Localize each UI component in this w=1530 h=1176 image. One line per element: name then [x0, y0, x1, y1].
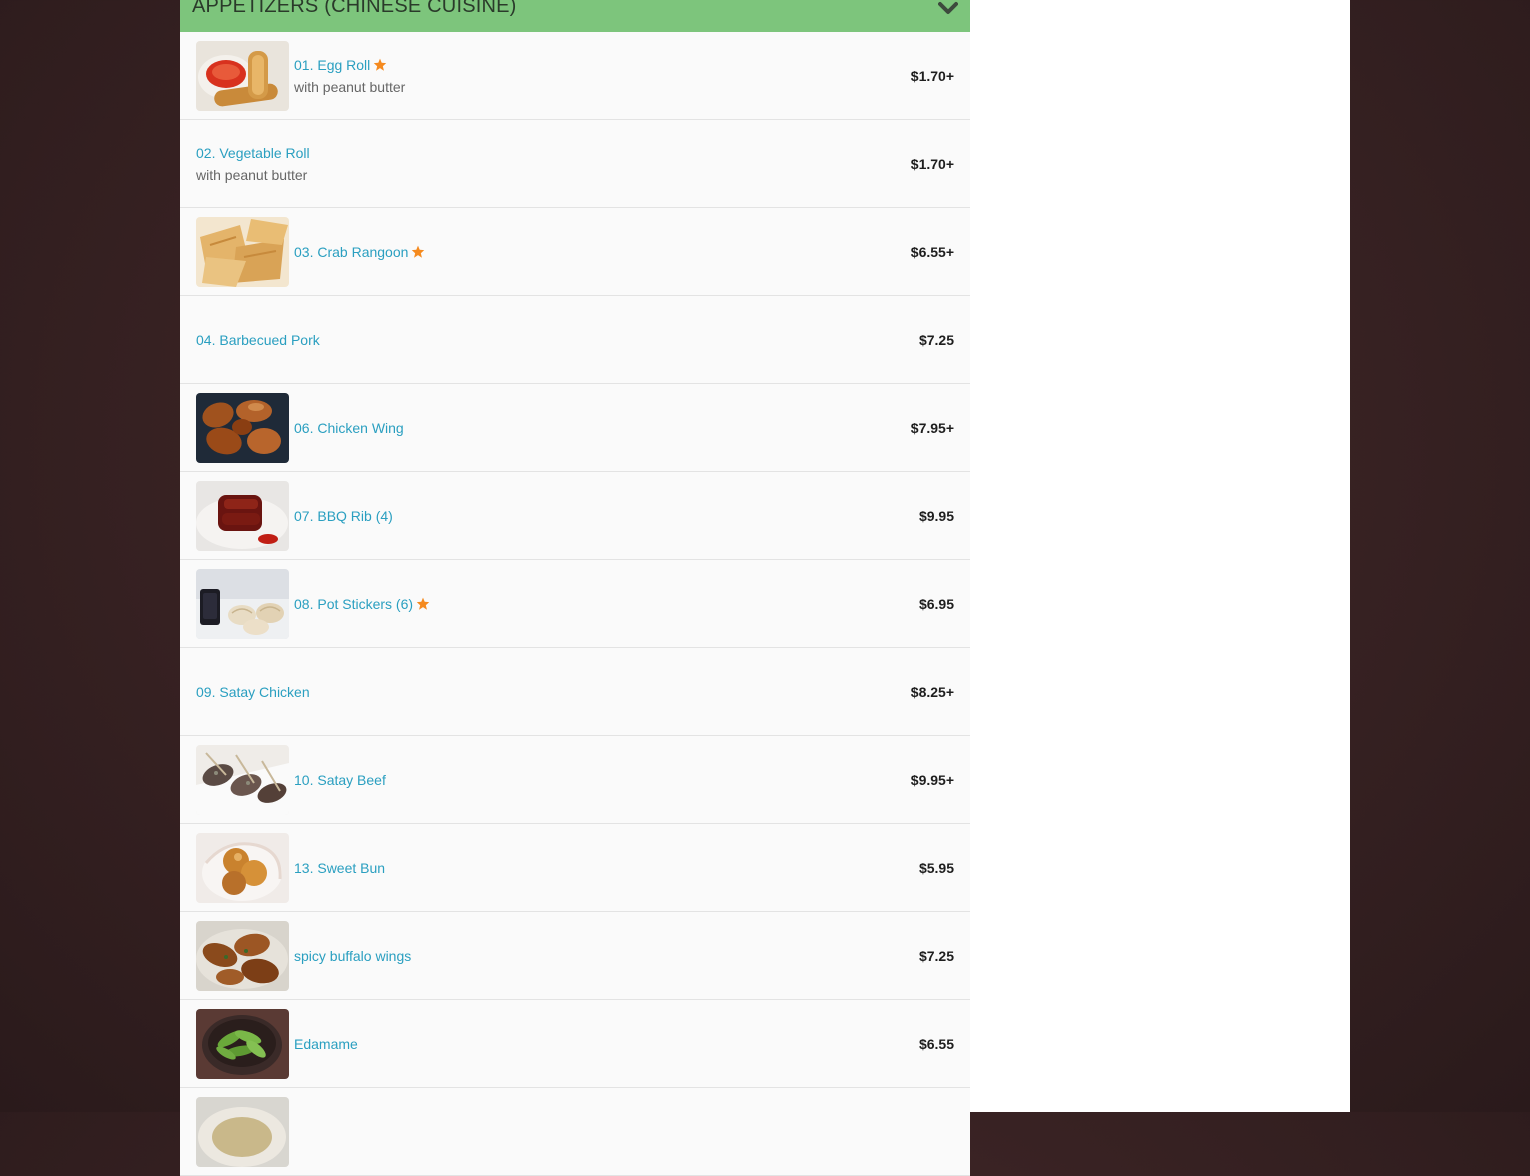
menu-page: APPETIZERS (CHINESE CUISINE) 01. Egg Rol…	[180, 0, 1350, 1176]
menu-item-name-text[interactable]: 08. Pot Stickers (6)	[294, 596, 413, 612]
crab-rangoon-photo[interactable]	[196, 217, 289, 287]
menu-item-row[interactable]: 13. Sweet Bun $5.95	[180, 824, 970, 912]
menu-item-row[interactable]	[180, 1088, 970, 1176]
menu-item-price: $1.70+	[910, 67, 954, 84]
menu-item-text: 10. Satay Beef	[294, 769, 386, 791]
menu-item-text: 04. Barbecued Pork	[196, 329, 320, 351]
menu-item-price: $9.95	[918, 507, 954, 524]
bbq-rib-photo[interactable]	[196, 481, 289, 551]
menu-item-price: $6.55	[918, 1035, 954, 1052]
menu-item-name[interactable]: 03. Crab Rangoon	[294, 241, 425, 263]
star-icon	[374, 58, 387, 71]
menu-item-name-text[interactable]: 03. Crab Rangoon	[294, 244, 408, 260]
satay-beef-photo[interactable]	[196, 745, 289, 815]
chevron-down-icon[interactable]	[938, 1, 958, 15]
category-header[interactable]: APPETIZERS (CHINESE CUISINE)	[180, 0, 970, 32]
next-item-photo[interactable]	[196, 1097, 289, 1167]
menu-item-text: spicy buffalo wings	[294, 945, 411, 967]
menu-category-appetizers: APPETIZERS (CHINESE CUISINE) 01. Egg Rol…	[180, 0, 970, 1176]
menu-item-row[interactable]: 02. Vegetable Roll with peanut butter $1…	[180, 120, 970, 208]
menu-item-name-text[interactable]: 01. Egg Roll	[294, 57, 370, 73]
menu-item-price: $5.95	[918, 859, 954, 876]
menu-item-name[interactable]: 09. Satay Chicken	[196, 681, 310, 703]
egg-roll-photo[interactable]	[196, 41, 289, 111]
menu-item-name[interactable]: 07. BBQ Rib (4)	[294, 505, 393, 527]
menu-item-row[interactable]: 10. Satay Beef $9.95+	[180, 736, 970, 824]
menu-item-row[interactable]: Edamame $6.55	[180, 1000, 970, 1088]
menu-item-description: with peanut butter	[196, 166, 308, 183]
menu-item-name[interactable]: spicy buffalo wings	[294, 945, 411, 967]
sweet-bun-photo[interactable]	[196, 833, 289, 903]
buffalo-wings-photo[interactable]	[196, 921, 289, 991]
menu-item-name[interactable]: 08. Pot Stickers (6)	[294, 593, 430, 615]
menu-item-price: $7.25	[918, 947, 954, 964]
menu-item-text: 07. BBQ Rib (4)	[294, 505, 393, 527]
menu-item-row[interactable]: 07. BBQ Rib (4) $9.95	[180, 472, 970, 560]
menu-item-name[interactable]: 01. Egg Roll	[294, 54, 405, 76]
menu-item-text: 02. Vegetable Roll with peanut butter	[196, 142, 310, 186]
star-icon	[416, 597, 430, 610]
menu-item-name[interactable]: 04. Barbecued Pork	[196, 329, 320, 351]
menu-item-row[interactable]: 08. Pot Stickers (6) $6.95	[180, 560, 970, 648]
pot-stickers-photo[interactable]	[196, 569, 289, 639]
menu-item-row[interactable]: spicy buffalo wings $7.25	[180, 912, 970, 1000]
menu-item-name[interactable]: 10. Satay Beef	[294, 769, 386, 791]
menu-item-text: 01. Egg Roll with peanut butter	[294, 54, 405, 98]
menu-item-name[interactable]: 06. Chicken Wing	[294, 417, 404, 439]
menu-item-text: Edamame	[294, 1033, 358, 1055]
category-title: APPETIZERS (CHINESE CUISINE)	[192, 0, 517, 17]
menu-item-price: $6.55+	[910, 243, 954, 260]
menu-item-price: $7.95+	[910, 419, 954, 436]
menu-item-price: $1.70+	[910, 155, 954, 172]
menu-item-price: $9.95+	[910, 771, 954, 788]
menu-item-description: with peanut butter	[294, 78, 406, 95]
edamame-photo[interactable]	[196, 1009, 289, 1079]
chicken-wing-photo[interactable]	[196, 393, 289, 463]
menu-item-row[interactable]: 04. Barbecued Pork $7.25	[180, 296, 970, 384]
menu-item-price: $6.95	[918, 595, 954, 612]
menu-item-row[interactable]: 03. Crab Rangoon $6.55+	[180, 208, 970, 296]
menu-item-row[interactable]: 06. Chicken Wing $7.95+	[180, 384, 970, 472]
menu-item-name[interactable]: 02. Vegetable Roll	[196, 142, 310, 164]
menu-item-row[interactable]: 09. Satay Chicken $8.25+	[180, 648, 970, 736]
menu-item-name[interactable]: Edamame	[294, 1033, 358, 1055]
menu-item-text: 09. Satay Chicken	[196, 681, 310, 703]
menu-item-price: $7.25	[918, 331, 954, 348]
star-icon	[412, 245, 425, 258]
menu-item-price: $8.25+	[910, 683, 954, 700]
menu-item-text: 06. Chicken Wing	[294, 417, 404, 439]
menu-item-text: 03. Crab Rangoon	[294, 241, 425, 263]
menu-item-text: 08. Pot Stickers (6)	[294, 593, 430, 615]
menu-item-row[interactable]: 01. Egg Roll with peanut butter $1.70+	[180, 32, 970, 120]
menu-item-name[interactable]: 13. Sweet Bun	[294, 857, 385, 879]
menu-item-text: 13. Sweet Bun	[294, 857, 385, 879]
